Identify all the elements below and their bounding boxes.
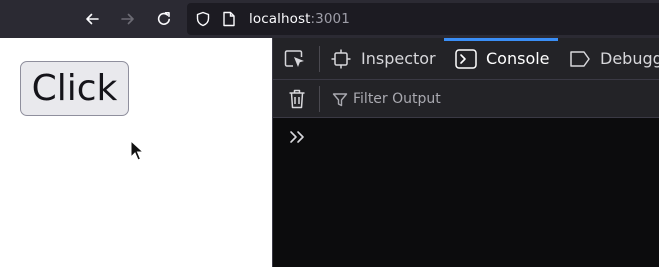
element-picker-icon[interactable] [284, 49, 306, 73]
url-port: :3001 [310, 11, 350, 27]
console-icon [455, 48, 477, 69]
browser-toolbar: localhost:3001 [0, 0, 659, 38]
console-prompt-icon[interactable] [289, 129, 307, 149]
filter-icon [332, 92, 348, 112]
mouse-cursor-icon [130, 140, 144, 161]
tab-console[interactable]: Console [455, 38, 550, 79]
tab-inspector-label: Inspector [361, 49, 436, 68]
console-toolbar [273, 80, 659, 118]
devtools-panel: Inspector Console Debugg [272, 38, 659, 267]
toolbar-divider [319, 46, 320, 72]
inspector-icon [330, 48, 352, 70]
url-bar[interactable]: localhost:3001 [187, 3, 659, 35]
tab-debugger[interactable]: Debugg [569, 38, 659, 79]
tab-console-label: Console [486, 49, 550, 68]
filter-output-input[interactable] [353, 89, 643, 109]
tab-debugger-label: Debugg [600, 49, 659, 68]
tab-inspector[interactable]: Inspector [330, 38, 436, 79]
forward-arrow-icon[interactable] [117, 8, 139, 30]
devtools-tab-bar: Inspector Console Debugg [273, 38, 659, 80]
trash-icon[interactable] [287, 88, 307, 114]
toolbar-divider [319, 86, 320, 112]
click-button[interactable]: Click [20, 61, 129, 116]
debugger-icon [569, 50, 591, 68]
shield-icon[interactable] [195, 11, 211, 31]
url-text[interactable]: localhost:3001 [249, 10, 350, 28]
page-icon[interactable] [222, 11, 236, 31]
url-host: localhost [249, 11, 311, 27]
back-arrow-icon[interactable] [81, 8, 103, 30]
page-viewport: Click [0, 38, 272, 267]
reload-icon[interactable] [153, 8, 175, 30]
